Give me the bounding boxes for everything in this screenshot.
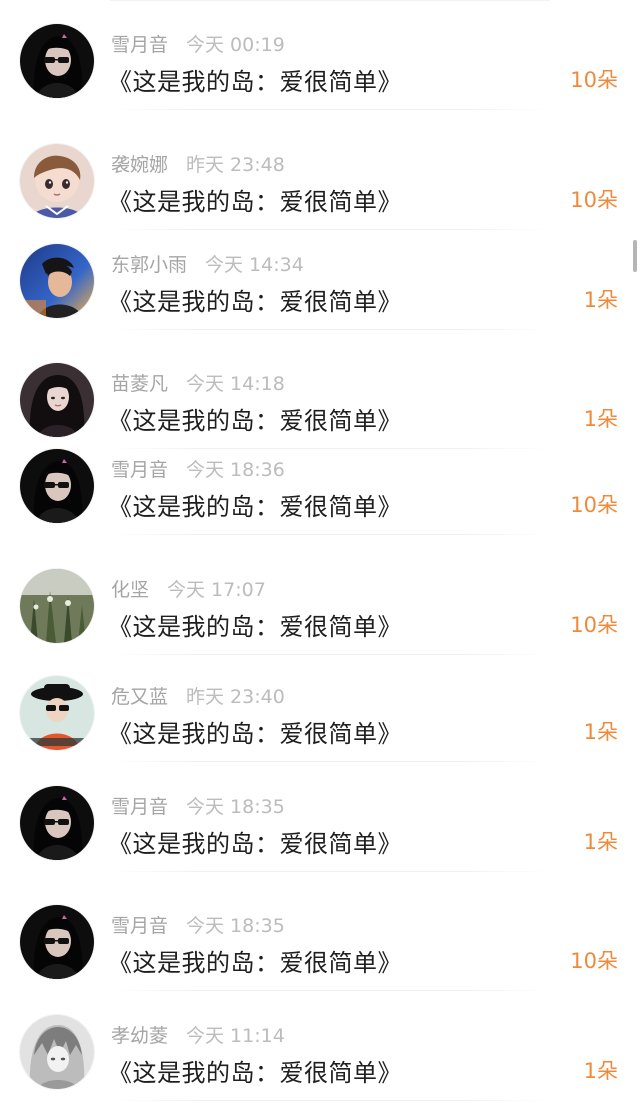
timestamp: 今天 00:19 — [186, 34, 285, 56]
item-meta: 孝幼菱 今天 11:14 — [111, 1021, 285, 1048]
avatar-plant-icon — [20, 569, 94, 643]
book-title[interactable]: 《这是我的岛：爱很简单》 — [108, 943, 402, 978]
item-meta: 袭婉娜 昨天 23:48 — [111, 150, 285, 177]
list-item[interactable]: 危又蓝 昨天 23:40 《这是我的岛：爱很简单》 1朵 — [0, 652, 640, 762]
user-name[interactable]: 化坚 — [111, 579, 149, 601]
flower-count: 10朵 — [570, 188, 618, 212]
user-name[interactable]: 雪月音 — [111, 34, 168, 56]
timestamp: 今天 11:14 — [186, 1025, 285, 1047]
flower-count: 1朵 — [583, 720, 618, 744]
scrollbar-thumb[interactable] — [633, 240, 637, 272]
timestamp: 今天 17:07 — [167, 579, 266, 601]
timestamp: 今天 14:18 — [186, 373, 285, 395]
list-item[interactable]: 雪月音 今天 18:36 《这是我的岛：爱很简单》 10朵 — [0, 425, 640, 535]
user-name[interactable]: 苗菱凡 — [111, 373, 168, 395]
user-name[interactable]: 孝幼菱 — [111, 1025, 168, 1047]
book-title[interactable]: 《这是我的岛：爱很简单》 — [108, 714, 402, 749]
avatar[interactable] — [20, 569, 94, 643]
avatar-girl-hat-icon — [20, 676, 94, 750]
flower-count: 10朵 — [570, 493, 618, 517]
list-item[interactable]: 袭婉娜 昨天 23:48 《这是我的岛：爱很简单》 10朵 — [0, 120, 640, 230]
book-title[interactable]: 《这是我的岛：爱很简单》 — [108, 487, 402, 522]
avatar[interactable] — [20, 905, 94, 979]
item-meta: 化坚 今天 17:07 — [111, 575, 266, 602]
item-meta: 雪月音 今天 00:19 — [111, 30, 285, 57]
timestamp: 今天 18:35 — [186, 796, 285, 818]
user-name[interactable]: 袭婉娜 — [111, 154, 168, 176]
timestamp: 今天 18:36 — [186, 459, 285, 481]
timestamp: 今天 18:35 — [186, 915, 285, 937]
timestamp: 昨天 23:48 — [186, 154, 285, 176]
flower-count: 1朵 — [583, 1059, 618, 1083]
avatar-girl-sunglasses-icon — [20, 24, 94, 98]
item-meta: 苗菱凡 今天 14:18 — [111, 369, 285, 396]
book-title[interactable]: 《这是我的岛：爱很简单》 — [108, 282, 402, 317]
item-meta: 雪月音 今天 18:36 — [111, 455, 285, 482]
avatar[interactable] — [20, 1015, 94, 1089]
avatar-boy-blue-icon — [20, 244, 94, 318]
user-name[interactable]: 雪月音 — [111, 459, 168, 481]
gift-list: 雪月音 今天 00:19 《这是我的岛：爱很简单》 10朵 袭婉娜 昨天 23:48… — [0, 0, 640, 1103]
flower-count: 1朵 — [583, 288, 618, 312]
avatar-cartoon-girl-icon — [20, 144, 94, 218]
user-name[interactable]: 危又蓝 — [111, 686, 168, 708]
flower-count: 10朵 — [570, 613, 618, 637]
book-title[interactable]: 《这是我的岛：爱很简单》 — [108, 1053, 402, 1088]
flower-count: 10朵 — [570, 949, 618, 973]
list-item[interactable]: 化坚 今天 17:07 《这是我的岛：爱很简单》 10朵 — [0, 545, 640, 655]
avatar[interactable] — [20, 786, 94, 860]
timestamp: 今天 14:34 — [205, 254, 304, 276]
avatar[interactable] — [20, 449, 94, 523]
avatar-girl-sunglasses-icon — [20, 905, 94, 979]
avatar-anime-gray-icon — [20, 1015, 94, 1089]
list-item[interactable]: 孝幼菱 今天 11:14 《这是我的岛：爱很简单》 1朵 — [0, 991, 640, 1101]
flower-count: 1朵 — [583, 830, 618, 854]
avatar[interactable] — [20, 676, 94, 750]
user-name[interactable]: 雪月音 — [111, 796, 168, 818]
user-name[interactable]: 东郭小雨 — [111, 254, 187, 276]
book-title[interactable]: 《这是我的岛：爱很简单》 — [108, 824, 402, 859]
book-title[interactable]: 《这是我的岛：爱很简单》 — [108, 62, 402, 97]
avatar[interactable] — [20, 144, 94, 218]
book-title[interactable]: 《这是我的岛：爱很简单》 — [108, 607, 402, 642]
flower-count: 10朵 — [570, 68, 618, 92]
book-title[interactable]: 《这是我的岛：爱很简单》 — [108, 182, 402, 217]
list-item[interactable]: 雪月音 今天 18:35 《这是我的岛：爱很简单》 1朵 — [0, 762, 640, 872]
list-item[interactable]: 东郭小雨 今天 14:34 《这是我的岛：爱很简单》 1朵 — [0, 220, 640, 330]
user-name[interactable]: 雪月音 — [111, 915, 168, 937]
list-item[interactable]: 雪月音 今天 00:19 《这是我的岛：爱很简单》 10朵 — [0, 0, 640, 110]
item-meta: 雪月音 今天 18:35 — [111, 792, 285, 819]
item-meta: 危又蓝 昨天 23:40 — [111, 682, 285, 709]
avatar[interactable] — [20, 244, 94, 318]
item-meta: 雪月音 今天 18:35 — [111, 911, 285, 938]
item-meta: 东郭小雨 今天 14:34 — [111, 250, 304, 277]
avatar-girl-sunglasses-icon — [20, 786, 94, 860]
avatar-girl-sunglasses-icon — [20, 449, 94, 523]
avatar[interactable] — [20, 24, 94, 98]
list-item[interactable]: 雪月音 今天 18:35 《这是我的岛：爱很简单》 10朵 — [0, 881, 640, 991]
timestamp: 昨天 23:40 — [186, 686, 285, 708]
